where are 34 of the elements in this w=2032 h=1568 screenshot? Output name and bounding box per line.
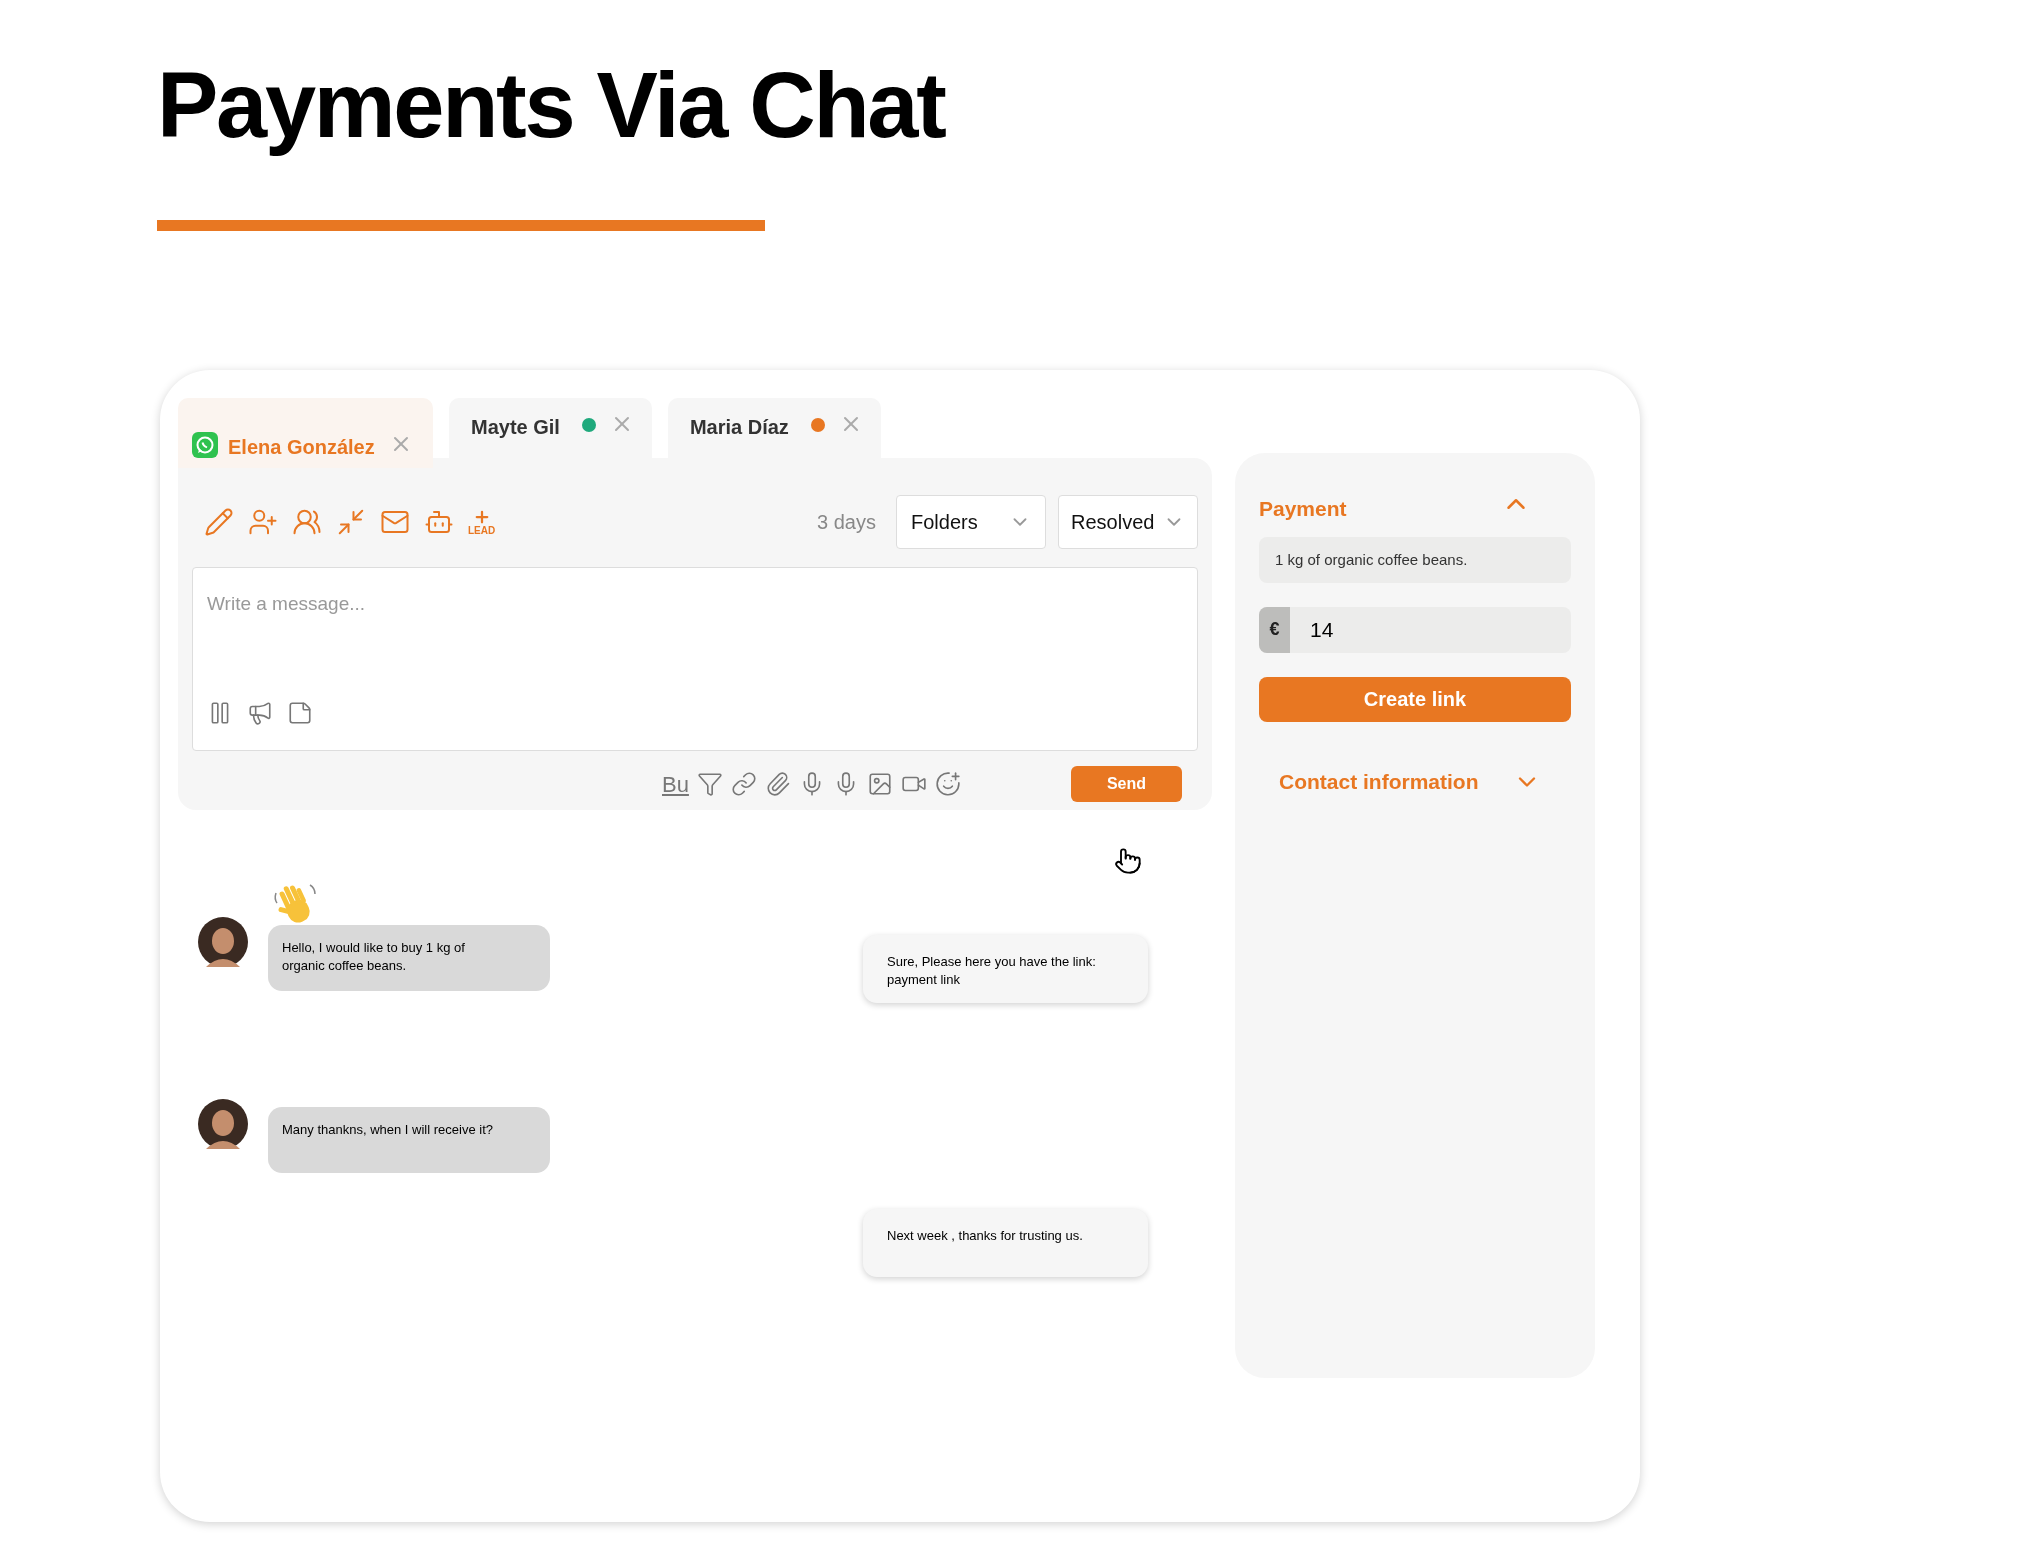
folders-dropdown[interactable]: Folders [896,495,1046,550]
note-icon[interactable] [287,700,313,727]
conversation-tab[interactable]: Maria Díaz [667,398,881,459]
payment-title: Payment [1259,496,1347,523]
status-dropdown[interactable]: Resolved [1058,495,1198,550]
tab-label: Maria Díaz [689,415,789,441]
attachment-icon[interactable] [764,771,791,798]
tab-label: Mayte Gil [471,415,560,441]
avatar [198,917,248,968]
filter-icon[interactable] [696,771,723,798]
message-input[interactable]: Write a message... [207,590,1183,619]
image-icon[interactable] [866,771,893,798]
contact-title: Contact information [1279,768,1479,795]
currency-label: € [1259,606,1290,653]
megaphone-icon[interactable] [247,700,273,727]
page-title: Payments Via Chat [157,53,947,158]
avatar [198,1099,248,1150]
tab-label: Elena González [228,435,375,461]
outgoing-message: Next week , thanks for trusting us. [863,1209,1148,1278]
link-icon[interactable] [730,771,757,798]
description-field[interactable]: 1 kg of organic coffee beans. [1259,536,1571,583]
conversation-age: 3 days [817,510,876,536]
conversation-tab[interactable]: Mayte Gil [449,398,652,459]
amount-value: 14 [1310,617,1334,644]
message-field[interactable]: Write a message... [192,567,1198,752]
amount-field[interactable]: € 14 [1259,606,1571,653]
chat-app-icon [192,432,218,459]
hand-cursor-icon [1114,846,1142,877]
incoming-message: Many thankns, when I will receive it? [268,1107,550,1174]
emoji-icon[interactable] [934,771,961,798]
format-button[interactable]: Bu [662,767,689,801]
outgoing-message: Sure, Please here you have the link: payment link [863,935,1148,1004]
incoming-message: Hello, I would like to buy 1 kg of organic coffee beans. [268,925,550,992]
edit-icon[interactable] [204,507,234,538]
